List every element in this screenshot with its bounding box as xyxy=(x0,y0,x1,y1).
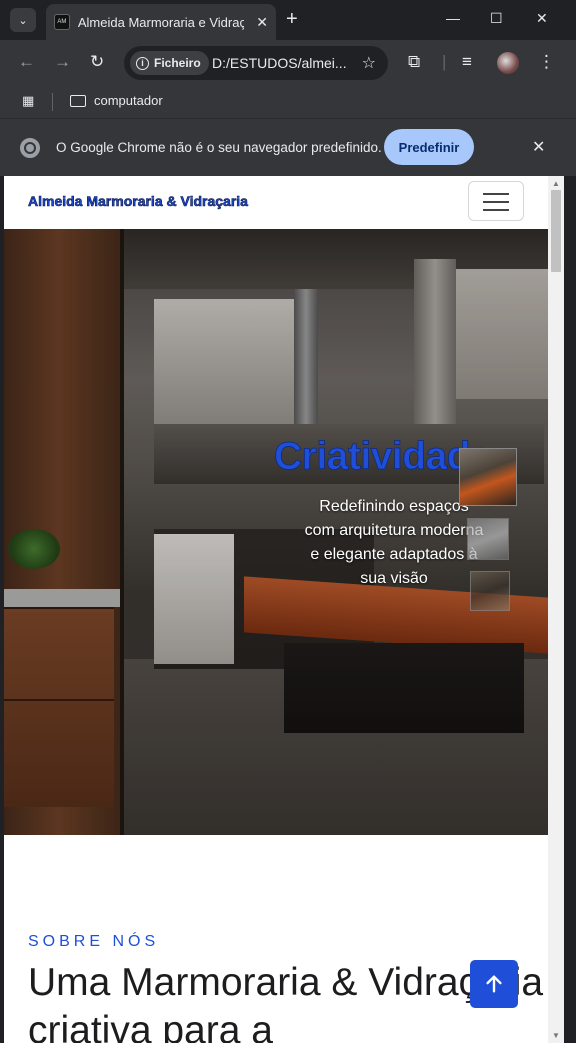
site-info-label: Ficheiro xyxy=(154,56,201,70)
menu-dots-icon[interactable]: ⋮ xyxy=(538,52,555,72)
site-info-chip[interactable]: i Ficheiro xyxy=(130,51,209,75)
arrow-up-icon xyxy=(486,975,502,993)
info-icon: i xyxy=(136,56,149,70)
infobar-close-icon[interactable]: ✕ xyxy=(532,137,545,157)
hero-thumbnail[interactable] xyxy=(470,571,510,611)
default-browser-infobar: O Google Chrome não é o seu navegador pr… xyxy=(0,118,576,176)
hero-section: Criatividade Redefinindo espaços com arq… xyxy=(4,229,548,835)
tab-favicon: AM xyxy=(54,14,70,30)
window-close-icon[interactable]: ✕ xyxy=(536,10,548,27)
wood-cabinet xyxy=(4,607,114,807)
site-navbar: Almeida Marmoraria & Vidraçaria xyxy=(4,176,548,229)
marble-shelf xyxy=(4,589,124,607)
hero-side-image xyxy=(4,229,124,835)
scrollbar-thumb[interactable] xyxy=(551,190,561,272)
scroll-down-icon[interactable]: ▼ xyxy=(552,1031,560,1040)
tab-search-icon[interactable]: ⌄ xyxy=(10,8,36,32)
close-icon[interactable]: ✕ xyxy=(256,14,268,31)
bookmark-folder-label: computador xyxy=(94,93,163,108)
browser-tab[interactable]: AM Almeida Marmoraria e Vidraçaria ✕ xyxy=(46,4,276,40)
scroll-up-icon[interactable]: ▲ xyxy=(552,179,560,188)
plus-icon[interactable]: + xyxy=(286,8,298,31)
bookmarks-separator xyxy=(52,93,53,111)
infobar-message: O Google Chrome não é o seu navegador pr… xyxy=(56,140,382,155)
set-default-button[interactable]: Predefinir xyxy=(384,129,474,165)
address-url[interactable]: D:/ESTUDOS/almei... xyxy=(212,55,347,71)
cabinet-line xyxy=(4,699,114,701)
back-to-top-button[interactable] xyxy=(470,960,518,1008)
plant-decoration xyxy=(8,529,60,569)
hero-thumbnail[interactable] xyxy=(459,448,517,506)
toolbar-separator: | xyxy=(442,52,447,71)
star-icon[interactable]: ☆ xyxy=(362,53,376,73)
chrome-icon xyxy=(20,138,40,158)
about-section-label: SOBRE NÓS xyxy=(28,933,160,950)
hero-subtitle: Redefinindo espaços com arquitetura mode… xyxy=(304,498,484,587)
back-icon[interactable]: ← xyxy=(18,52,35,72)
tab-title: Almeida Marmoraria e Vidraçaria xyxy=(77,14,245,30)
apps-icon[interactable]: ▦ xyxy=(22,93,34,109)
site-brand[interactable]: Almeida Marmoraria & Vidraçaria xyxy=(28,193,249,210)
browser-toolbar: ← → ↻ i Ficheiro D:/ESTUDOS/almei... ☆ ⧉… xyxy=(0,40,576,86)
page-viewport: Almeida Marmoraria & Vidraçaria Criativi… xyxy=(4,176,548,1043)
profile-avatar[interactable] xyxy=(497,52,519,74)
hamburger-icon[interactable] xyxy=(468,181,524,221)
hero-thumbnail[interactable] xyxy=(467,518,509,560)
tab-strip: ⌄ AM Almeida Marmoraria e Vidraçaria ✕ +… xyxy=(0,0,576,40)
bookmarks-bar: ▦ computador xyxy=(0,86,576,118)
maximize-icon[interactable]: ☐ xyxy=(490,10,503,27)
window-frame-right xyxy=(564,176,576,1043)
minimize-icon[interactable]: — xyxy=(446,10,460,26)
address-bar[interactable]: i Ficheiro D:/ESTUDOS/almei... ☆ xyxy=(124,46,388,80)
page-scrollbar[interactable]: ▲ ▼ xyxy=(548,176,564,1043)
forward-icon[interactable]: → xyxy=(54,52,71,72)
extensions-icon[interactable]: ⧉ xyxy=(408,52,420,72)
bookmark-folder[interactable]: computador xyxy=(70,93,163,108)
reload-icon[interactable]: ↻ xyxy=(90,52,104,72)
folder-icon xyxy=(70,94,86,107)
media-icon[interactable]: ≡ xyxy=(462,52,472,72)
